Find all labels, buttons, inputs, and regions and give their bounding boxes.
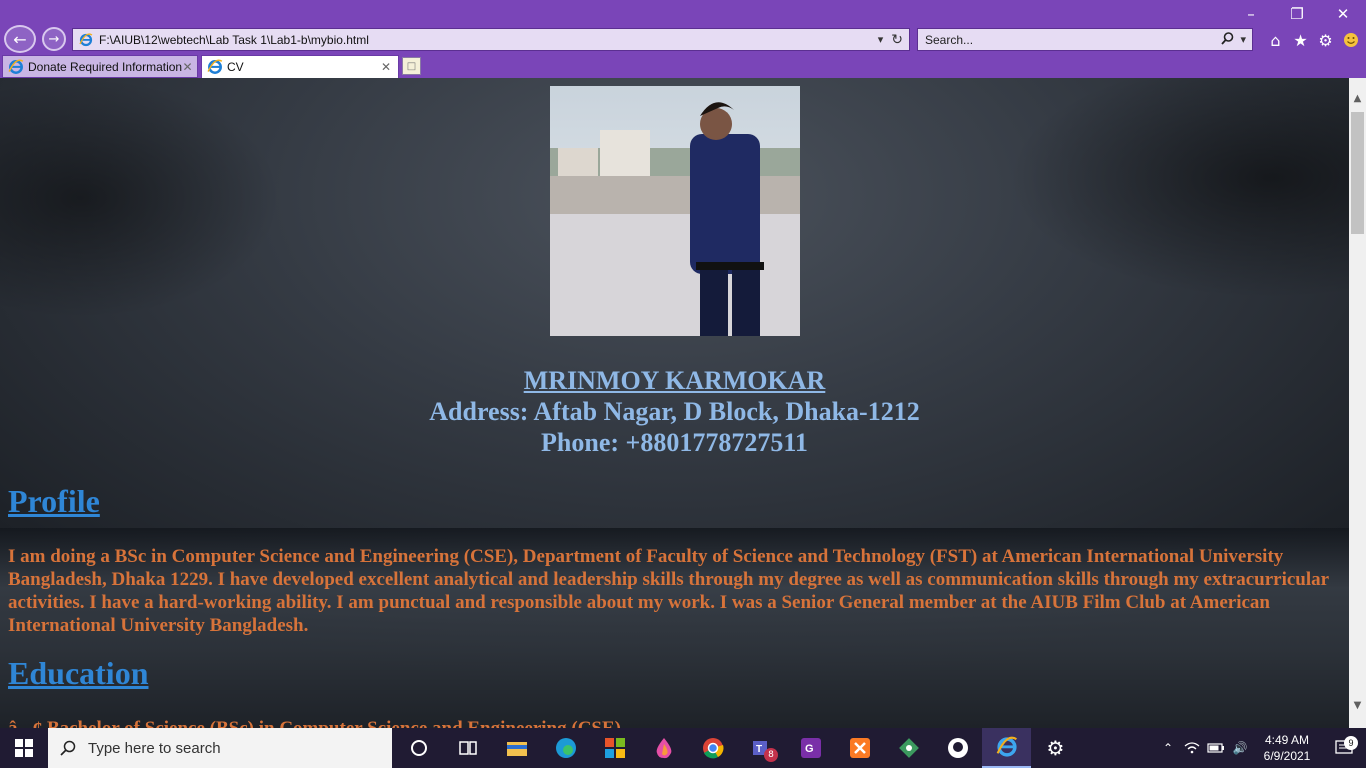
close-tab-icon[interactable]: ✕	[182, 60, 193, 74]
taskbar-search-placeholder[interactable]: Type here to search	[88, 740, 221, 757]
browser-chrome: – ❐ ✕ ← → F:\AIUB\12\webtech\Lab Task 1\…	[0, 0, 1366, 78]
home-icon[interactable]: ⌂	[1266, 30, 1285, 50]
search-icon	[48, 740, 88, 756]
battery-icon[interactable]	[1206, 743, 1226, 753]
address-dropdown-icon[interactable]: ▾	[878, 33, 884, 46]
scroll-down-icon[interactable]: ▼	[1349, 697, 1366, 714]
education-item: â¢ Bachelor of Science (BSc) in Compute…	[8, 716, 621, 728]
gear-icon[interactable]: ⚙	[1316, 30, 1335, 50]
search-placeholder[interactable]: Search...	[925, 33, 1221, 47]
page-viewport: MRINMOY KARMOKAR Address: Aftab Nagar, D…	[0, 78, 1349, 728]
tab-label: CV	[227, 60, 244, 74]
settings-icon[interactable]: ⚙	[1031, 728, 1080, 768]
edge-icon[interactable]	[541, 728, 590, 768]
scroll-up-icon[interactable]: ▲	[1349, 90, 1366, 107]
new-tab-icon: □	[406, 60, 417, 72]
close-window-button[interactable]: ✕	[1320, 0, 1366, 28]
arrow-right-icon: →	[48, 31, 60, 47]
person-address: Address: Aftab Nagar, D Block, Dhaka-121…	[429, 397, 920, 426]
teams-icon[interactable]: T8	[737, 728, 786, 768]
notification-center-button[interactable]: 9	[1322, 736, 1366, 756]
git-icon[interactable]	[884, 728, 933, 768]
wifi-icon[interactable]	[1182, 742, 1202, 754]
search-dropdown-icon[interactable]: ▾	[1240, 33, 1246, 46]
system-clock[interactable]: 4:49 AM 6/9/2021	[1252, 732, 1322, 764]
search-box[interactable]: Search... ▾	[917, 28, 1253, 51]
tab-label: Donate Required Information	[28, 59, 183, 74]
system-tray: ⌃ 🔊 4:49 AM 6/9/2021 9	[1156, 728, 1366, 768]
ie-tab-icon	[207, 59, 223, 75]
volume-icon[interactable]: 🔊	[1230, 741, 1250, 755]
refresh-icon[interactable]: ↻	[891, 32, 903, 48]
person-name: MRINMOY KARMOKAR	[523, 366, 826, 395]
svg-text:T: T	[756, 744, 762, 755]
search-icon[interactable]	[1221, 31, 1234, 48]
file-explorer-icon[interactable]	[492, 728, 541, 768]
toolbar-icons: ⌂ ★ ⚙	[1266, 28, 1360, 52]
pinned-apps: T8 G ⚙	[394, 728, 1080, 768]
arrow-left-icon: ←	[13, 29, 27, 49]
window-controls: – ❐ ✕	[1228, 0, 1366, 28]
address-text[interactable]: F:\AIUB\12\webtech\Lab Task 1\Lab1-b\myb…	[99, 33, 878, 47]
profile-photo	[550, 86, 800, 336]
new-tab-button[interactable]: □	[402, 57, 421, 75]
github-icon[interactable]	[933, 728, 982, 768]
paint-drop-icon[interactable]	[639, 728, 688, 768]
vertical-scrollbar[interactable]: ▲ ▼	[1349, 78, 1366, 728]
windows-logo-icon	[15, 739, 33, 757]
favorites-star-icon[interactable]: ★	[1291, 30, 1310, 50]
education-heading: Education	[8, 655, 149, 691]
smiley-feedback-icon[interactable]	[1341, 30, 1360, 50]
forward-button[interactable]: →	[42, 27, 66, 51]
pdf-icon[interactable]: G	[786, 728, 835, 768]
close-tab-icon[interactable]: ✕	[378, 60, 394, 74]
chrome-icon[interactable]	[688, 728, 737, 768]
address-bar[interactable]: F:\AIUB\12\webtech\Lab Task 1\Lab1-b\myb…	[72, 28, 910, 51]
office-icon[interactable]	[590, 728, 639, 768]
back-button[interactable]: ←	[4, 25, 36, 53]
chevron-up-icon[interactable]: ⌃	[1158, 741, 1178, 755]
person-phone: Phone: +8801778727511	[541, 428, 808, 457]
restore-button[interactable]: ❐	[1274, 0, 1320, 28]
navigation-row: ← → F:\AIUB\12\webtech\Lab Task 1\Lab1-b…	[0, 25, 1366, 54]
taskbar-search[interactable]: Type here to search	[48, 728, 392, 768]
windows-taskbar: Type here to search T8 G ⚙ ⌃ 🔊 4:49 AM 6…	[0, 728, 1366, 768]
notification-count: 9	[1344, 736, 1358, 750]
profile-paragraph: I am doing a BSc in Computer Science and…	[8, 546, 1329, 636]
svg-text:G: G	[805, 743, 814, 755]
internet-explorer-icon[interactable]	[982, 728, 1031, 768]
ie-tab-icon	[8, 58, 24, 75]
teams-badge: 8	[764, 748, 778, 762]
profile-heading: Profile	[8, 483, 100, 519]
tab-row: Donate Required Information ✕ CV ✕ □	[0, 55, 1366, 78]
start-button[interactable]	[0, 728, 48, 768]
xampp-icon[interactable]	[835, 728, 884, 768]
minimize-button[interactable]: –	[1228, 0, 1274, 28]
scroll-thumb[interactable]	[1351, 112, 1364, 234]
cortana-icon[interactable]	[394, 728, 443, 768]
clock-date: 6/9/2021	[1263, 749, 1311, 763]
task-view-icon[interactable]	[443, 728, 492, 768]
clock-time: 4:49 AM	[1264, 733, 1310, 747]
tab-donate-required-information[interactable]: Donate Required Information ✕	[2, 55, 198, 78]
tab-cv[interactable]: CV ✕	[201, 55, 399, 78]
ie-page-icon	[77, 32, 95, 48]
